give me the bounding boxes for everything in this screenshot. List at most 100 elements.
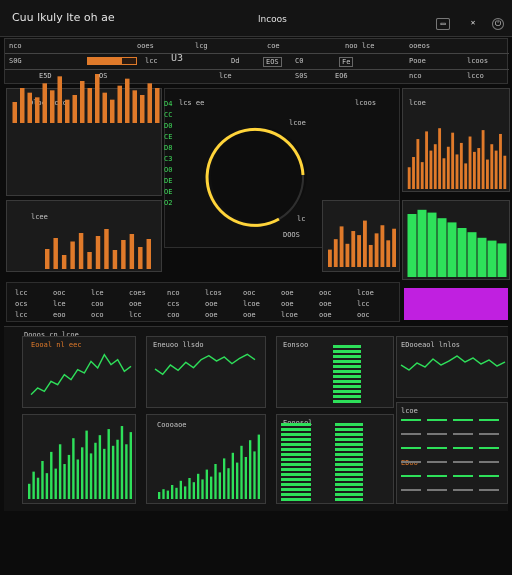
b7-stripes-stripe-7	[281, 458, 311, 461]
chart-tr-bar-18	[486, 159, 489, 189]
toolbar-r2-4[interactable]: EOS	[263, 57, 282, 67]
side-value-6: O0	[164, 166, 173, 174]
chart-tl-bar-8	[72, 95, 77, 123]
panel-mid-right-orange	[322, 200, 400, 272]
toolbar-r3-4[interactable]: EO6	[335, 72, 348, 80]
chart-b5-bar-12	[81, 447, 84, 499]
table-cell-1-1: lce	[53, 300, 66, 308]
chart-tl-bar-1	[20, 88, 25, 123]
toolbar-r2-8[interactable]: lcoos	[467, 57, 488, 65]
chart-b5-bar-2	[36, 477, 40, 499]
toolbar-r3-2[interactable]: lce	[219, 72, 232, 80]
toolbar-r3-6[interactable]: lcco	[467, 72, 484, 80]
toolbar-r3-0[interactable]: E5D	[39, 72, 52, 80]
b7-stripes-stripe-8	[335, 463, 363, 466]
b7-stripes-stripe-8	[281, 463, 311, 466]
toolbar-r2-2: U3	[171, 53, 184, 64]
chart-b6-bar-22	[253, 451, 256, 499]
b8-cell-1-1	[427, 433, 447, 435]
toolbar-r1-0[interactable]: nco	[9, 42, 22, 50]
power-icon[interactable]: ⏻	[492, 18, 504, 30]
chart-b6-bar-4	[175, 487, 178, 499]
b7-stripes-stripe-5	[281, 448, 311, 451]
panel-top-right: lcoe	[402, 88, 510, 192]
toolbar-r3-5[interactable]: nco	[409, 72, 422, 80]
chart-ml-bar-12	[146, 239, 151, 269]
chart-tr-bar-0	[407, 167, 411, 189]
toolbar-r2-3[interactable]: Dd	[231, 57, 239, 65]
toolbar-r3-3[interactable]: S0S	[295, 72, 308, 80]
chart-b6-bar-17	[231, 452, 234, 499]
chart-b6-bar-14	[218, 472, 221, 499]
chart-mro-bar-2	[339, 226, 344, 267]
table-cell-1-5: ooe	[205, 300, 218, 308]
b3-stripes-stripe-5	[333, 370, 361, 373]
toolbar-r2-5[interactable]: C0	[295, 57, 303, 65]
b7-stripes-stripe-0	[281, 423, 311, 426]
table-cell-0-2: lce	[91, 289, 104, 297]
toolbar-r1-2[interactable]: lcg	[195, 42, 208, 50]
b7-stripes-stripe-14	[335, 493, 363, 496]
toolbar-r1-5[interactable]: ooeos	[409, 42, 430, 50]
toolbar-r2-6[interactable]: Fe	[339, 57, 354, 67]
table-cell-1-3: ooe	[129, 300, 142, 308]
table-cell-0-5: lcos	[205, 289, 222, 297]
b8-cell-1-2	[453, 433, 473, 435]
chart-mro-bar-10	[386, 240, 391, 267]
chart-tr-bar-4	[425, 131, 428, 189]
chart-tl-bar-0	[12, 102, 17, 123]
b8-cell-5-1	[427, 489, 447, 491]
chart-tr-bar-20	[494, 150, 498, 189]
chart-tl-bar-7	[65, 99, 70, 123]
chart-tl-bar-16	[132, 90, 137, 123]
chart-mro-bar-8	[374, 233, 379, 267]
chart-mro-bar-7	[368, 244, 373, 267]
panel-b8-title: lcoe	[401, 407, 418, 415]
chart-b5-bar-5	[50, 451, 53, 499]
chart-gb-bar-9	[497, 243, 507, 277]
chart-ml-bar-1	[53, 238, 58, 269]
chart-tl-bar-4	[42, 83, 47, 123]
chart-tl-bar-6	[57, 76, 62, 123]
b3-stripes-stripe-4	[333, 365, 361, 368]
chart-ml-bar-9	[121, 240, 126, 269]
chart-b1-line	[30, 353, 132, 396]
toolbar: nco ooes lcg coe noo lce ooeos S0G lcc U…	[4, 38, 509, 84]
b7-stripes-stripe-1	[335, 428, 363, 431]
chart-b5-bar-20	[116, 439, 119, 499]
toolbar-r2-0[interactable]: S0G	[9, 57, 22, 65]
b3-stripes-stripe-6	[333, 375, 361, 378]
table-cell-0-3: coes	[129, 289, 146, 297]
close-icon[interactable]: ✕	[466, 18, 480, 30]
b7-stripes-stripe-13	[281, 488, 311, 491]
chart-tl-bar-5	[50, 90, 55, 123]
table-cell-1-8: ooe	[319, 300, 332, 308]
panel-b5	[22, 414, 136, 504]
side-value-9: O2	[164, 199, 173, 207]
chart-tl-bar-9	[80, 81, 85, 123]
b3-stripes-stripe-9	[333, 390, 361, 393]
chart-mro-bar-0	[328, 249, 332, 267]
table-cell-0-9: lcoe	[357, 289, 374, 297]
table-cell-1-6: lcoe	[243, 300, 260, 308]
monitor-icon[interactable]: ▭	[436, 18, 450, 30]
b3-stripes-stripe-2	[333, 355, 361, 358]
toolbar-r2-7[interactable]: Pooe	[409, 57, 426, 65]
b7-stripes-stripe-10	[335, 473, 363, 476]
b7-stripes-stripe-0	[335, 423, 363, 426]
chart-b5-bar-16	[98, 435, 102, 499]
toolbar-r1-3[interactable]: coe	[267, 42, 280, 50]
toolbar-r3-1[interactable]: OS	[99, 72, 107, 80]
toolbar-r1-1[interactable]: ooes	[137, 42, 154, 50]
chart-mro-bar-1	[333, 239, 338, 267]
table-cell-0-4: nco	[167, 289, 180, 297]
chart-b5-bar-19	[111, 445, 115, 499]
b7-stripes-stripe-13	[335, 488, 363, 491]
chart-b6-bar-9	[197, 473, 200, 499]
chart-tl-bar-13	[110, 99, 115, 123]
chart-ml-bar-5	[87, 252, 92, 269]
b7-stripes-stripe-2	[335, 433, 363, 436]
toolbar-r1-4[interactable]: noo lce	[345, 42, 375, 50]
toolbar-r2-1[interactable]: lcc	[145, 57, 158, 65]
chart-b5-bar-14	[89, 453, 93, 499]
